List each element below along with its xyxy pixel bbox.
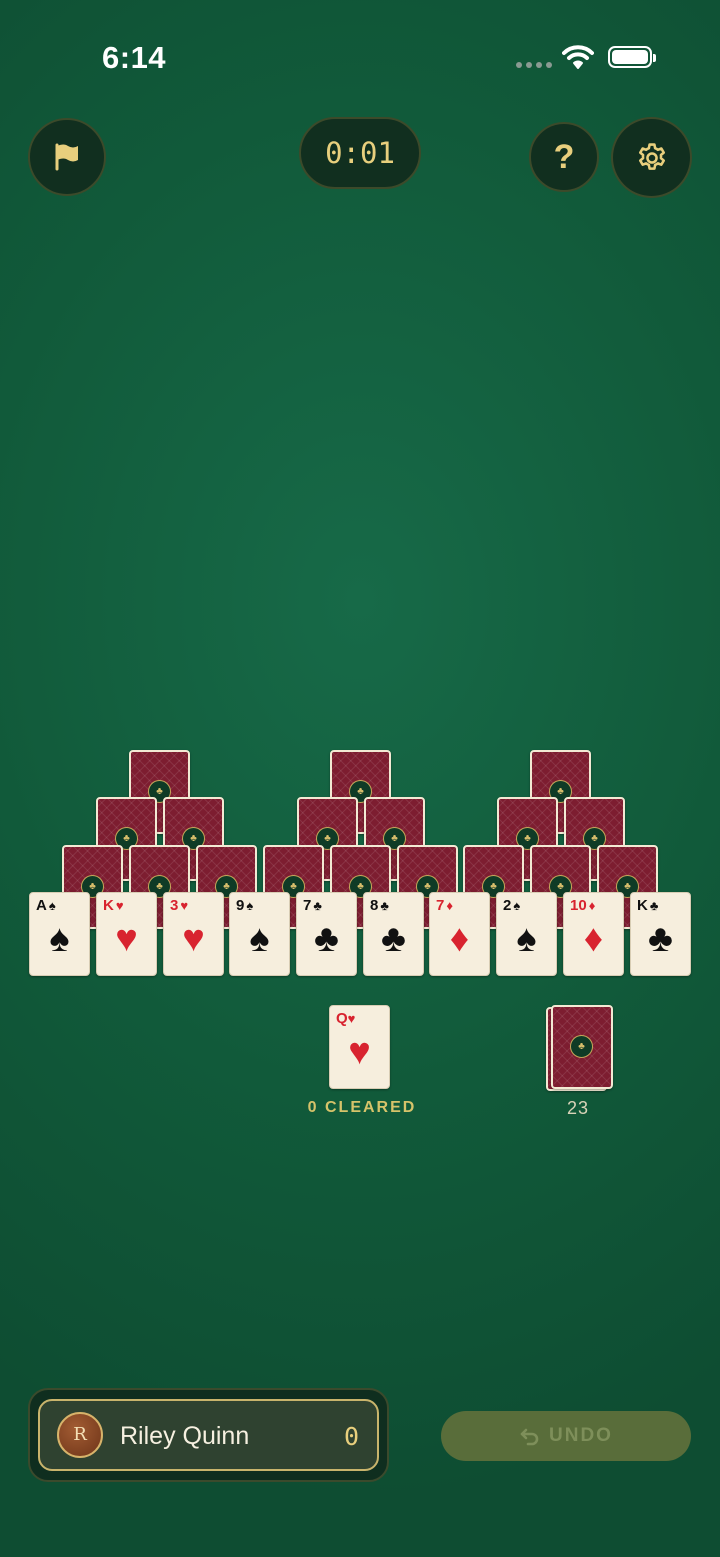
tableau-card[interactable]: A ♠ ♠ <box>29 892 90 976</box>
tableau-card[interactable]: K ♥ ♥ <box>96 892 157 976</box>
card-index: Q♥ <box>336 1010 356 1027</box>
card-suit: ♣ <box>648 918 673 960</box>
card-suit: ♠ <box>249 918 270 960</box>
player-score: 0 <box>343 1422 359 1451</box>
card-index: 7 ♦ <box>436 897 453 914</box>
flag-icon <box>55 143 78 171</box>
card-suit: ♦ <box>449 918 470 960</box>
card-suit: ♠ <box>49 918 70 960</box>
game-timer: 0:01 <box>299 117 421 189</box>
status-time: 6:14 <box>102 40 167 75</box>
stock-pile[interactable]: ♣ <box>551 1005 613 1089</box>
wifi-icon <box>562 44 594 75</box>
card-index: A ♠ <box>36 897 56 914</box>
tableau-card[interactable]: 7 ♣ ♣ <box>296 892 357 976</box>
tableau-card[interactable]: 3 ♥ ♥ <box>163 892 224 976</box>
undo-button[interactable]: UNDO <box>441 1411 691 1461</box>
waste-card: Q♥ ♥ <box>329 1005 390 1089</box>
settings-button[interactable] <box>611 117 692 198</box>
give-up-button[interactable] <box>28 118 106 196</box>
tableau-card[interactable]: K ♣ ♣ <box>630 892 691 976</box>
help-button[interactable]: ? <box>529 122 599 192</box>
card-suit: ♠ <box>516 918 537 960</box>
signal-icon <box>516 62 552 68</box>
player-panel: R Riley Quinn 0 <box>28 1388 389 1482</box>
gear-icon <box>638 142 665 170</box>
card-suit: ♥ <box>115 918 138 960</box>
card-suit: ♥ <box>182 918 205 960</box>
card-index: 10 ♦ <box>570 897 596 914</box>
card-suit: ♦ <box>583 918 604 960</box>
card-index: 8 ♣ <box>370 897 389 914</box>
tableau-card[interactable]: 7 ♦ ♦ <box>429 892 490 976</box>
card-index: 2 ♠ <box>503 897 521 914</box>
card-index: 9 ♠ <box>236 897 254 914</box>
tableau-card[interactable]: 9 ♠ ♠ <box>229 892 290 976</box>
card-suit: ♣ <box>314 918 339 960</box>
tableau-card[interactable]: 10 ♦ ♦ <box>563 892 624 976</box>
undo-label: UNDO <box>549 1425 613 1446</box>
tableau-card[interactable]: 8 ♣ ♣ <box>363 892 424 976</box>
card-emblem-icon: ♣ <box>570 1035 593 1058</box>
card-suit: ♣ <box>381 918 406 960</box>
stock-count: 23 <box>566 1098 590 1118</box>
card-suit: ♥ <box>348 1031 371 1073</box>
battery-icon <box>608 46 656 68</box>
card-index: 3 ♥ <box>170 897 189 914</box>
card-index: K ♣ <box>637 897 659 914</box>
cleared-count: 0 CLEARED <box>307 1099 417 1116</box>
card-index: K ♥ <box>103 897 124 914</box>
avatar: R <box>57 1412 103 1458</box>
player-name: Riley Quinn <box>120 1422 250 1450</box>
card-index: 7 ♣ <box>303 897 322 914</box>
tableau-card[interactable]: 2 ♠ ♠ <box>496 892 557 976</box>
undo-icon <box>520 1428 539 1446</box>
